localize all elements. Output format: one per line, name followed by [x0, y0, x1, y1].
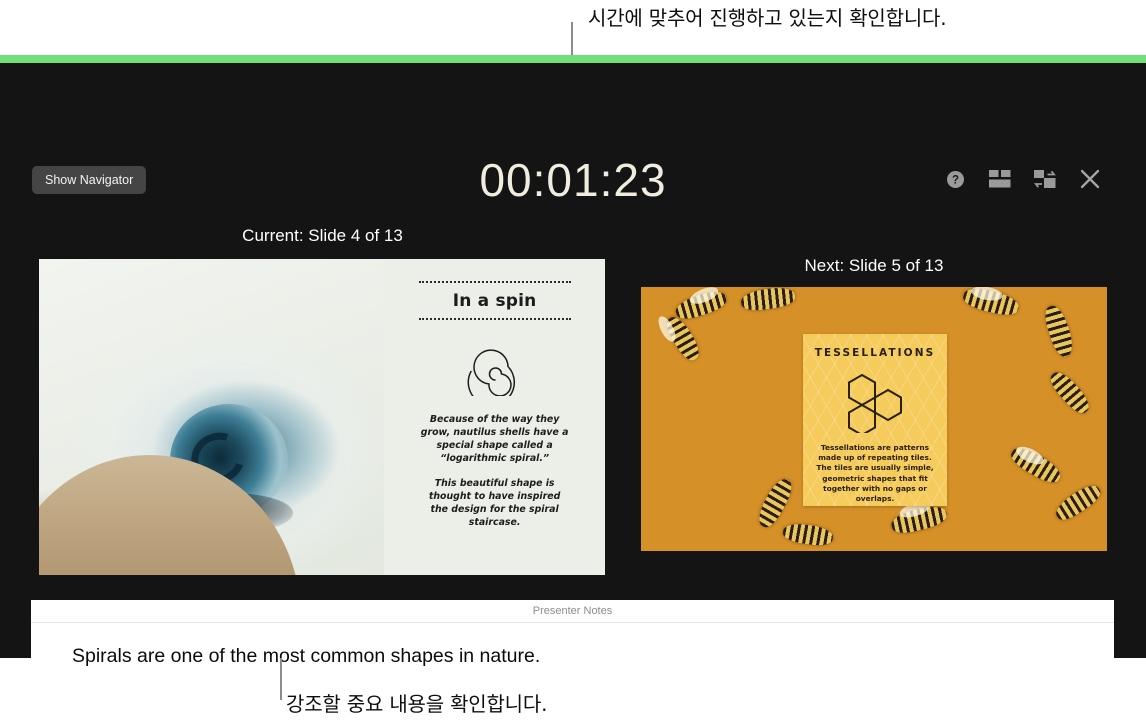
layout-icon[interactable] — [988, 167, 1012, 191]
presenter-display-screenshot: 시간에 맞추어 진행하고 있는지 확인합니다. Show Navigator 0… — [0, 0, 1146, 721]
current-slide-preview[interactable]: In a spin Because of the way they grow, … — [39, 259, 605, 575]
annotation-top-text: 시간에 맞추어 진행하고 있는지 확인합니다. — [588, 6, 947, 30]
current-slide-paragraph-1: Because of the way they grow, nautilus s… — [420, 414, 569, 464]
accent-bar — [0, 55, 1146, 63]
presenter-notes-header: Presenter Notes — [31, 600, 1114, 623]
next-slide-preview[interactable]: TESSELLATIONS Tessellations are patterns… — [641, 287, 1107, 551]
current-slide-text-column: In a spin Because of the way they grow, … — [384, 259, 605, 575]
presenter-notes-text[interactable]: Spirals are one of the most common shape… — [31, 623, 1114, 668]
next-slide-title: TESSELLATIONS — [814, 347, 936, 359]
swap-displays-icon[interactable] — [1033, 167, 1057, 191]
annotation-bottom-leader-line — [280, 658, 282, 700]
dotted-rule-top — [418, 281, 571, 283]
annotation-bottom-text: 강조할 중요 내용을 확인합니다. — [286, 692, 548, 716]
close-icon[interactable] — [1078, 167, 1102, 191]
help-icon[interactable]: ? — [943, 167, 967, 191]
current-slide-label: Current: Slide 4 of 13 — [242, 226, 403, 245]
current-slide-paragraph-2: This beautiful shape is thought to have … — [428, 478, 561, 528]
svg-text:?: ? — [951, 174, 958, 186]
dotted-rule-bottom — [418, 318, 571, 320]
presenter-stage: Show Navigator 00:01:23 ? Current: Slide… — [0, 63, 1146, 714]
next-slide-body: Tessellations are patterns made up of re… — [816, 443, 934, 504]
nautilus-shell-image — [39, 259, 385, 575]
tessellations-card: TESSELLATIONS Tessellations are patterns… — [803, 334, 947, 506]
toolbar-icon-group: ? — [943, 167, 1102, 191]
current-slide-title: In a spin — [452, 291, 537, 311]
spiral-icon — [464, 340, 526, 407]
hexagons-icon — [813, 371, 937, 433]
presenter-notes-panel[interactable]: Presenter Notes Spirals are one of the m… — [31, 600, 1114, 714]
next-slide-label: Next: Slide 5 of 13 — [804, 256, 944, 275]
